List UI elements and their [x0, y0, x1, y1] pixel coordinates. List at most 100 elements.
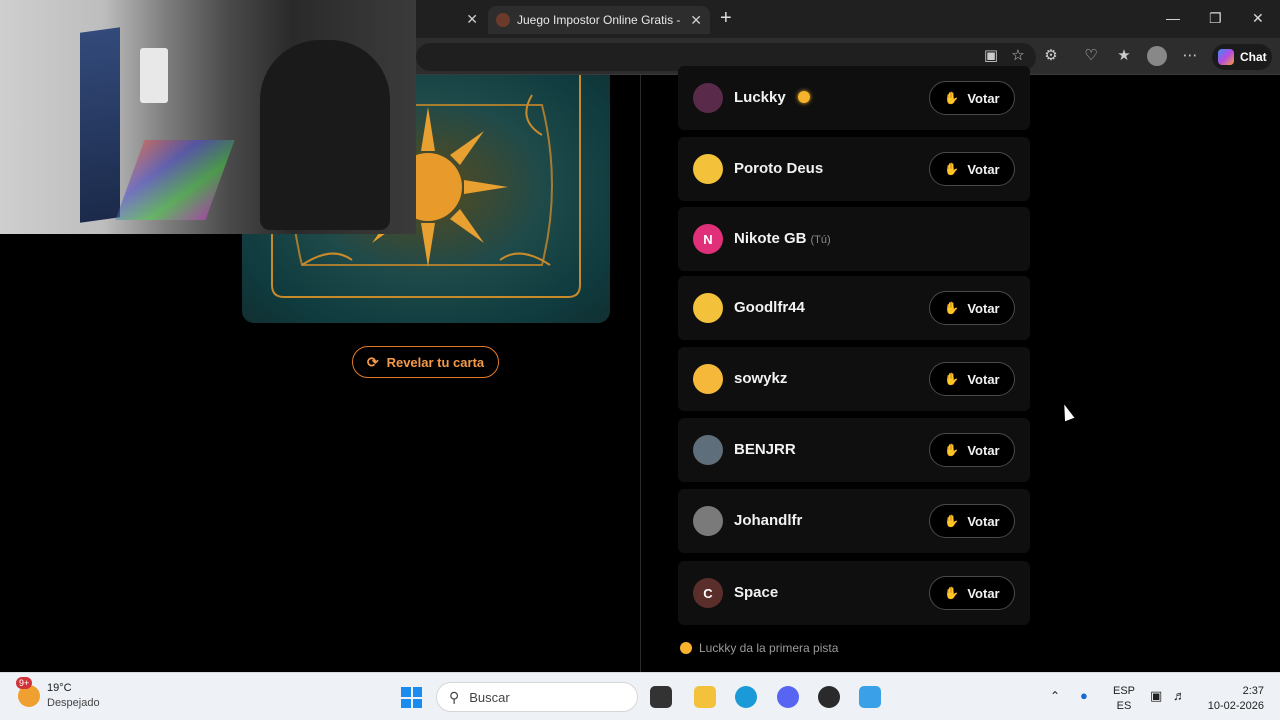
start-button[interactable]	[401, 687, 422, 708]
vote-label: Votar	[967, 90, 1000, 106]
edge-browser-icon[interactable]	[735, 686, 757, 708]
vote-button[interactable]: ✋ Votar	[929, 576, 1015, 610]
clue-turn-text: Luckky da la primera pista	[699, 641, 839, 655]
weather-sun-icon: 9+	[16, 677, 40, 707]
windows-taskbar: 9+ 19°C Despejado ⚲ Buscar ⌃ ● ESP ES ▣ …	[0, 672, 1280, 720]
task-view-icon[interactable]	[650, 686, 672, 708]
favorites-icon[interactable]: ★	[1115, 47, 1133, 65]
player-avatar: C	[693, 578, 723, 608]
player-name-container: Luckky	[734, 89, 810, 106]
vote-label: Votar	[967, 585, 1000, 601]
you-tag: (Tú)	[810, 234, 831, 246]
player-avatar	[693, 435, 723, 465]
webcam-cup	[140, 48, 168, 103]
refresh-icon: ⟳	[366, 353, 379, 370]
webcam-monitor	[80, 27, 120, 223]
taskbar-search[interactable]: ⚲ Buscar	[436, 682, 638, 712]
webcam-overlay	[0, 0, 416, 234]
player-row: Goodlfr44 ✋ Votar	[678, 276, 1030, 340]
browser-essentials-icon[interactable]: ♡	[1082, 47, 1100, 65]
hand-icon: ✋	[944, 372, 960, 386]
profile-avatar-icon[interactable]	[1147, 46, 1167, 66]
close-tab-icon[interactable]: ✕	[466, 11, 478, 28]
hand-icon: ✋	[944, 586, 960, 600]
player-name-container: Space	[734, 584, 778, 601]
weather-description: Despejado	[47, 697, 100, 709]
file-explorer-icon[interactable]	[694, 686, 716, 708]
webcam-keyboard	[115, 140, 235, 220]
hand-icon: ✋	[944, 301, 960, 315]
vote-button[interactable]: ✋ Votar	[929, 433, 1015, 467]
player-row: Johandlfr ✋ Votar	[678, 489, 1030, 553]
webcam-person	[260, 40, 390, 230]
vote-button[interactable]: ✋ Votar	[929, 291, 1015, 325]
show-hidden-icons-icon[interactable]: ⌃	[1050, 689, 1060, 703]
player-name: BENJRR	[734, 441, 796, 458]
player-avatar: N	[693, 224, 723, 254]
player-name-container: Nikote GB (Tú)	[734, 230, 831, 247]
player-row: BENJRR ✋ Votar	[678, 418, 1030, 482]
player-name-container: BENJRR	[734, 441, 796, 458]
more-options-icon[interactable]: ⋯	[1181, 47, 1199, 65]
discord-icon[interactable]	[777, 686, 799, 708]
player-name: Nikote GB	[734, 230, 807, 247]
app-available-icon[interactable]: ▣	[982, 47, 1000, 65]
player-name: Space	[734, 584, 779, 601]
player-avatar	[693, 154, 723, 184]
search-icon: ⚲	[449, 688, 460, 705]
player-name-container: sowykz	[734, 370, 787, 387]
vote-button[interactable]: ✋ Votar	[929, 152, 1015, 186]
player-row: Poroto Deus ✋ Votar	[678, 137, 1030, 201]
player-name-container: Johandlfr	[734, 512, 802, 529]
tab-previous[interactable]: ✕	[416, 6, 486, 34]
player-name: Poroto Deus	[734, 160, 824, 177]
hand-icon: ✋	[944, 91, 960, 105]
player-name: Johandlfr	[734, 512, 803, 529]
weather-widget[interactable]: 9+ 19°C Despejado	[16, 677, 100, 711]
close-window-icon[interactable]: ✕	[1252, 10, 1264, 27]
new-tab-button[interactable]: +	[720, 8, 732, 28]
vote-label: Votar	[967, 442, 1000, 458]
clue-turn-notice: Luckky da la primera pista	[680, 641, 838, 655]
temperature: 19°C	[47, 682, 72, 694]
microphone-icon[interactable]: ●	[1080, 688, 1088, 703]
keyboard-layout: ES	[1116, 700, 1132, 712]
reveal-card-label: Revelar tu carta	[386, 354, 485, 370]
system-clock[interactable]: 2:37 10-02-2026	[1200, 684, 1264, 714]
network-icon[interactable]: ▣	[1150, 688, 1162, 704]
player-name: Goodlfr44	[734, 299, 805, 316]
tab-active[interactable]: Juego Impostor Online Gratis - Juego ✕	[488, 6, 710, 34]
minimize-icon[interactable]: —	[1166, 10, 1180, 26]
language-indicator[interactable]: ESP ES	[1113, 684, 1135, 714]
volume-icon[interactable]: ♬	[1173, 688, 1186, 703]
clue-badge-icon	[797, 91, 810, 103]
vote-label: Votar	[967, 161, 1000, 177]
obs-icon[interactable]	[818, 686, 840, 708]
language-code: ESP	[1113, 685, 1136, 697]
restore-icon[interactable]: ❐	[1209, 10, 1222, 27]
player-avatar	[693, 506, 723, 536]
app-f-icon[interactable]	[859, 686, 881, 708]
hand-icon: ✋	[944, 443, 960, 457]
copilot-chat-button[interactable]: Chat	[1212, 44, 1272, 70]
hand-icon: ✋	[944, 162, 960, 176]
site-favicon-icon	[496, 13, 510, 27]
mouse-cursor-icon	[1059, 402, 1075, 422]
reveal-card-button[interactable]: ⟳ Revelar tu carta	[352, 346, 499, 378]
close-tab-icon[interactable]: ✕	[690, 12, 702, 29]
search-placeholder: Buscar	[469, 689, 510, 705]
player-avatar	[693, 293, 723, 323]
favorite-star-icon[interactable]: ☆	[1009, 47, 1027, 65]
clock-date: 10-02-2026	[1207, 700, 1264, 712]
vote-label: Votar	[967, 371, 1000, 387]
clue-badge-icon	[680, 642, 692, 654]
vote-label: Votar	[967, 300, 1000, 316]
extensions-icon[interactable]: ⚙	[1042, 47, 1060, 65]
vote-button[interactable]: ✋ Votar	[929, 504, 1015, 538]
vote-label: Votar	[967, 513, 1000, 529]
copilot-icon	[1218, 49, 1234, 65]
player-row: N Nikote GB (Tú)	[678, 207, 1030, 271]
player-row: Luckky ✋ Votar	[678, 66, 1030, 130]
vote-button[interactable]: ✋ Votar	[929, 362, 1015, 396]
vote-button[interactable]: ✋ Votar	[929, 81, 1015, 115]
